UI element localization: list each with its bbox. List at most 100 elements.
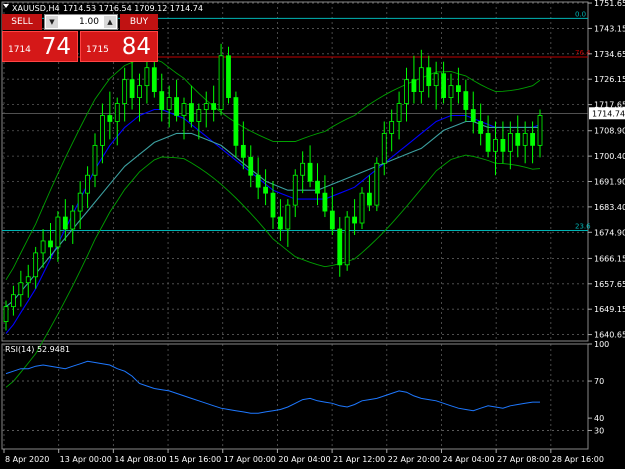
candle-body xyxy=(374,162,380,206)
candle-body xyxy=(322,192,328,212)
candle-body xyxy=(196,109,202,122)
candle-body xyxy=(456,85,461,93)
candle-body xyxy=(263,186,268,194)
symbol-label: XAUUSD,H4 xyxy=(12,4,60,13)
rsi-tick-label: 30 xyxy=(594,426,604,435)
candle-body xyxy=(507,133,513,152)
candle-body xyxy=(522,133,528,146)
candle-body xyxy=(11,294,16,308)
price-axis: 1751.651743.151734.651726.151717.651708.… xyxy=(588,0,625,340)
candle-body xyxy=(62,216,68,230)
candle-body xyxy=(352,216,357,224)
candle-body xyxy=(448,85,454,98)
candle-body xyxy=(485,133,491,152)
time-tick-label: 14 Apr 08:00 xyxy=(114,455,166,464)
candle-body xyxy=(418,67,424,93)
candle-body xyxy=(25,276,31,284)
candle-body xyxy=(389,121,395,134)
sell-button[interactable]: SELL xyxy=(2,14,42,30)
time-tick-label: 24 Apr 04:00 xyxy=(442,455,494,464)
candle-body xyxy=(122,79,128,104)
rsi-series xyxy=(5,360,540,414)
buy-button[interactable]: BUY xyxy=(120,14,158,30)
candle-body xyxy=(174,97,179,116)
time-tick-label: 17 Apr 00:00 xyxy=(224,455,276,464)
candle-body xyxy=(307,162,313,182)
one-click-trading-panel: SELL ▼ 1.00 ▲ BUY 1714 74 1715 84 xyxy=(2,14,158,62)
lot-size-field[interactable]: ▼ 1.00 ▲ xyxy=(44,14,118,30)
candle-body xyxy=(285,204,291,230)
candle-body xyxy=(396,103,402,122)
price-tick-label: 1743.15 xyxy=(594,24,625,33)
buy-price-box[interactable]: 1715 84 xyxy=(80,31,158,62)
candle-body xyxy=(404,79,409,104)
ohlc-readout: 1714.53 1716.54 1709.12 1714.74 xyxy=(63,4,203,13)
candle-body xyxy=(48,240,53,248)
price-tick-label: 1700.40 xyxy=(594,152,625,161)
rsi-line xyxy=(5,360,540,414)
candle-body xyxy=(85,174,90,194)
rsi-title: RSI(14) 52.9481 xyxy=(5,345,70,354)
candle-body xyxy=(211,103,217,110)
candle-body xyxy=(329,210,335,230)
candle-body xyxy=(70,210,76,230)
candle-body xyxy=(411,79,417,93)
candle-body xyxy=(55,216,61,248)
candle-body xyxy=(255,174,261,188)
chart-canvas[interactable]: 0.0 76.4 23.6 1751.65 1743.15 1734.65 1726.15… xyxy=(0,0,625,469)
buy-price-digits: 84 xyxy=(121,34,151,60)
candle-body xyxy=(151,67,157,93)
price-tick-label: 1674.90 xyxy=(594,228,625,237)
candle-body xyxy=(300,162,306,176)
price-tick-label: 1726.15 xyxy=(594,75,625,84)
candle-body xyxy=(433,73,439,87)
candle-body xyxy=(189,103,194,122)
candle-body xyxy=(166,97,172,110)
candle-body xyxy=(77,192,83,212)
candle-body xyxy=(493,138,498,152)
price-tick-label: 1649.15 xyxy=(594,305,625,314)
time-tick-label: 27 Apr 08:00 xyxy=(497,455,549,464)
sell-price-digits: 74 xyxy=(41,34,71,60)
candle-body xyxy=(337,228,343,266)
candle-body xyxy=(463,91,469,110)
lot-size-value[interactable]: 1.00 xyxy=(59,15,103,29)
candle-body xyxy=(315,180,320,194)
candle-body xyxy=(40,240,46,254)
candle-body xyxy=(381,133,387,164)
time-tick-label: 13 Apr 00:00 xyxy=(60,455,112,464)
candle-body xyxy=(18,282,24,296)
lot-decrease-icon[interactable]: ▼ xyxy=(46,16,58,28)
candle-body xyxy=(515,133,521,146)
time-axis: 8 Apr 2020 13 Apr 00:00 14 Apr 08:00 15 Apr… xyxy=(3,449,604,464)
price-tick-label: 1751.65 xyxy=(594,0,625,8)
candle-body xyxy=(92,144,98,176)
candle-body xyxy=(537,115,543,146)
main-grid xyxy=(1,1,589,449)
price-tick-label: 1734.65 xyxy=(594,50,625,59)
current-price-label: 1714.74 xyxy=(592,109,625,118)
level-label: 23.6 xyxy=(575,222,591,230)
time-tick-label: 21 Apr 12:00 xyxy=(333,455,385,464)
candle-body xyxy=(107,115,113,122)
candle-body xyxy=(367,192,372,206)
price-tick-label: 1640.65 xyxy=(594,331,625,340)
price-tick-label: 1657.65 xyxy=(594,280,625,289)
lot-increase-icon[interactable]: ▲ xyxy=(104,16,116,28)
price-tick-label: 1708.90 xyxy=(594,127,625,136)
candle-body xyxy=(359,192,365,224)
candle-body xyxy=(181,103,187,116)
rsi-border xyxy=(1,343,589,450)
rsi-tick-label: 100 xyxy=(594,340,609,349)
candle-body xyxy=(226,55,231,98)
candle-body xyxy=(218,55,224,110)
price-tick-label: 1666.15 xyxy=(594,254,625,263)
candle-body xyxy=(478,121,484,134)
candle-body xyxy=(3,306,9,322)
time-tick-label: 20 Apr 04:00 xyxy=(278,455,330,464)
bollinger-upper xyxy=(5,58,541,281)
candle-body xyxy=(270,192,276,218)
sell-price-box[interactable]: 1714 74 xyxy=(2,31,78,62)
candle-body xyxy=(470,109,476,122)
candle-body xyxy=(233,97,239,146)
